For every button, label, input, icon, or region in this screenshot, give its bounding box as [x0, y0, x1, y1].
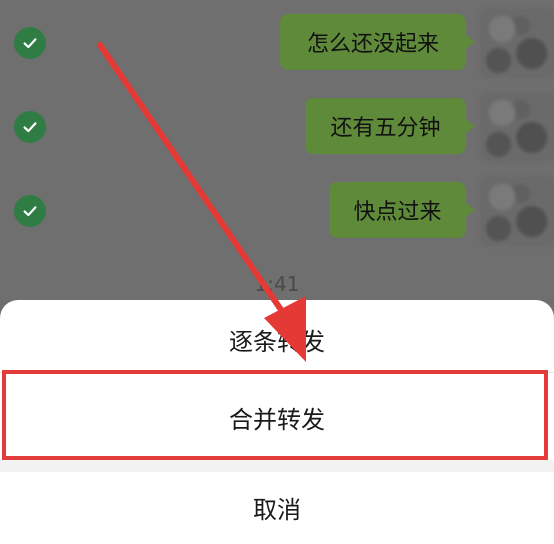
message-bubble: 怎么还没起来: [280, 14, 475, 70]
cancel-button[interactable]: 取消: [0, 490, 554, 525]
highlight-box: [2, 370, 548, 460]
message-row[interactable]: 还有五分钟: [0, 92, 554, 162]
chat-area: 怎么还没起来 还有五分钟 快点过来 1:41: [0, 0, 554, 300]
message-bubble: 还有五分钟: [305, 98, 475, 154]
avatar: [480, 92, 554, 162]
avatar: [480, 176, 554, 246]
message-text: 还有五分钟: [330, 116, 441, 141]
message-bubble: 快点过来: [329, 182, 475, 238]
forward-one-by-one-option[interactable]: 逐条转发: [0, 322, 554, 357]
message-row[interactable]: 快点过来: [0, 176, 554, 246]
check-icon[interactable]: [14, 111, 46, 143]
message-text: 怎么还没起来: [306, 32, 439, 57]
timestamp: 1:41: [254, 272, 300, 296]
section-gap: [0, 460, 554, 472]
check-icon[interactable]: [14, 27, 46, 59]
message-row[interactable]: 怎么还没起来: [0, 8, 554, 78]
check-icon[interactable]: [14, 195, 46, 227]
avatar: [480, 8, 554, 78]
message-text: 快点过来: [353, 200, 442, 225]
